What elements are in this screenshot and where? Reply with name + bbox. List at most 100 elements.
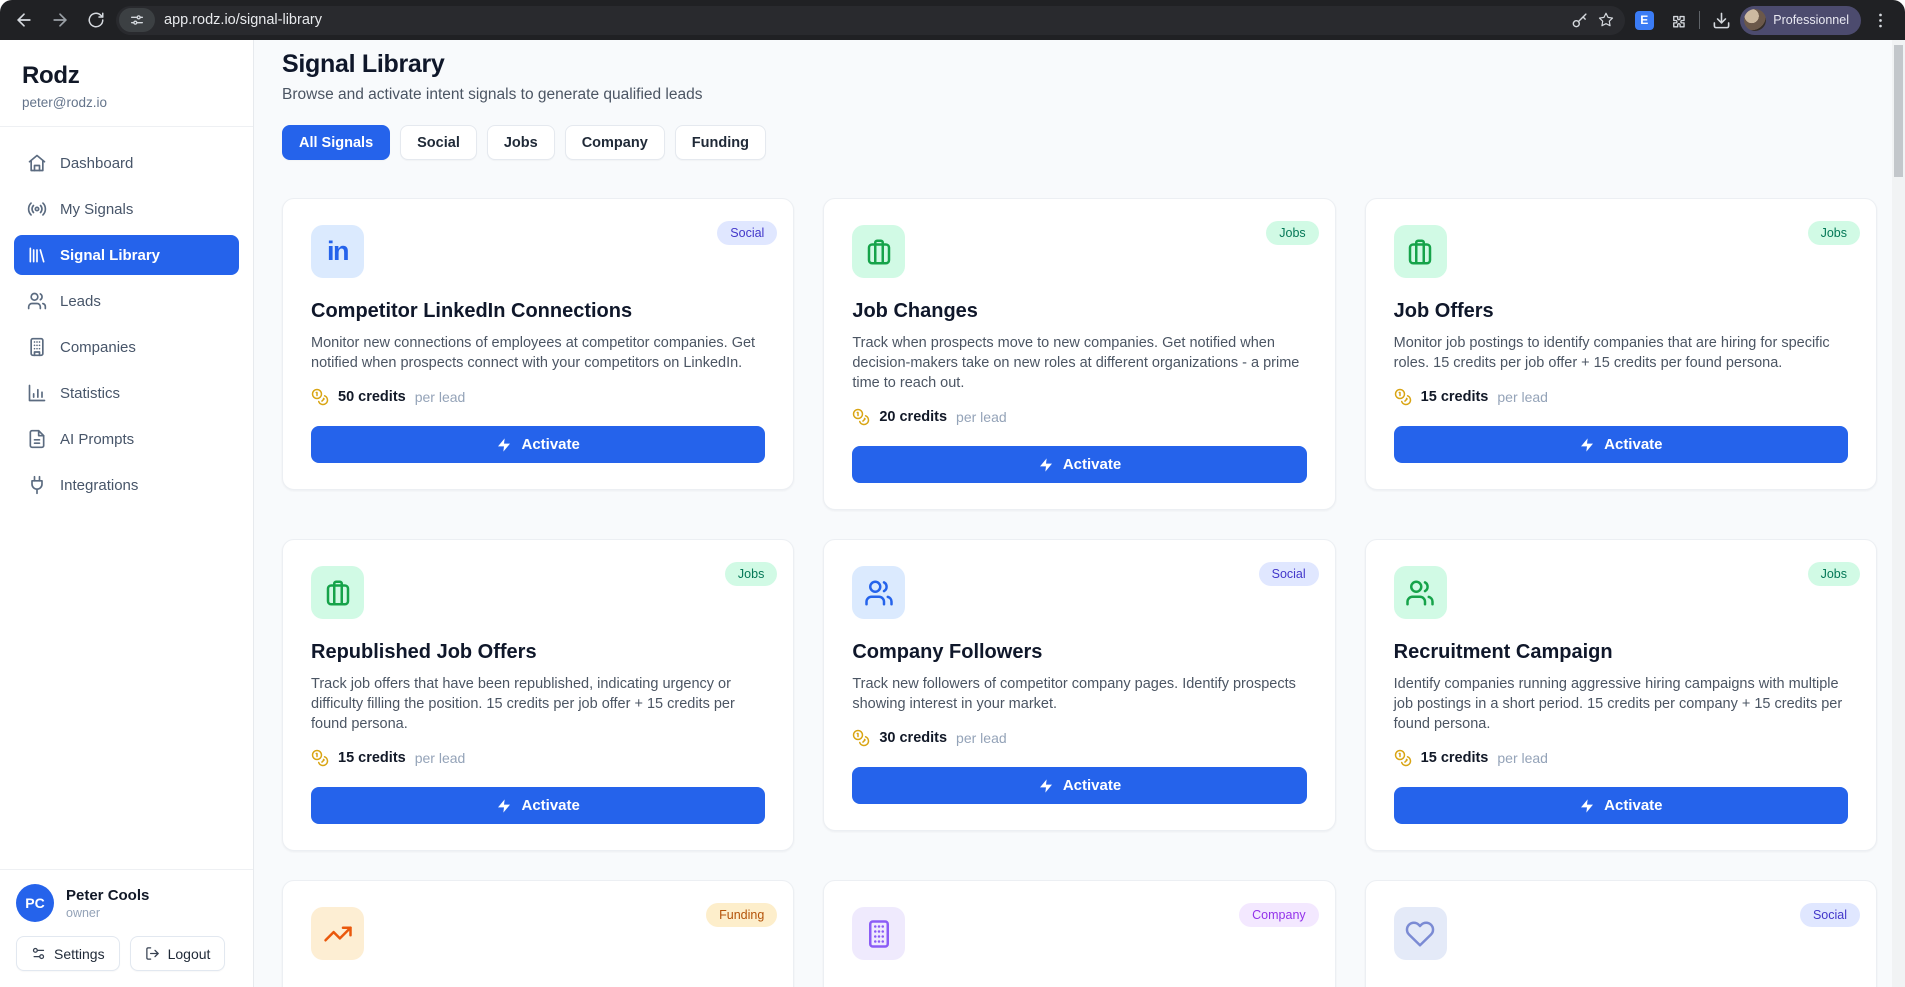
coins-icon (852, 408, 870, 426)
extensions-puzzle-icon[interactable] (1663, 5, 1693, 35)
briefcase-icon (852, 225, 905, 278)
sidebar-item-integrations[interactable]: Integrations (14, 465, 239, 505)
page-title: Signal Library (282, 50, 1877, 79)
browser-reload-icon[interactable] (80, 4, 112, 36)
signal-card: Social in Competitor LinkedIn Connection… (282, 198, 794, 490)
category-badge: Jobs (1808, 562, 1860, 586)
sidebar-item-ai-prompts[interactable]: AI Prompts (14, 419, 239, 459)
card-title: Company Followers (852, 641, 1306, 664)
briefcase-icon (311, 566, 364, 619)
coins-icon (852, 729, 870, 747)
password-key-icon[interactable] (1571, 12, 1588, 29)
credits-row: 50 credits per lead (311, 388, 765, 406)
credits-value: 20 credits (879, 409, 947, 425)
settings-button[interactable]: Settings (16, 936, 120, 971)
filter-tab-jobs[interactable]: Jobs (487, 125, 555, 160)
credits-row: 30 credits per lead (852, 729, 1306, 747)
per-lead-label: per lead (956, 409, 1007, 425)
zap-icon (1038, 778, 1054, 794)
avatar: PC (16, 884, 54, 922)
brand-logo: Rodz (22, 62, 231, 90)
logout-button[interactable]: Logout (130, 936, 226, 971)
activate-button[interactable]: Activate (311, 787, 765, 824)
extension-e-icon[interactable]: E (1635, 11, 1654, 30)
zap-icon (1038, 457, 1054, 473)
card-title: Recruitment Campaign (1394, 641, 1848, 664)
address-bar[interactable]: app.rodz.io/signal-library (116, 6, 1625, 35)
zap-icon (1579, 437, 1595, 453)
card-description: Track job offers that have been republis… (311, 674, 765, 734)
bookmark-star-icon[interactable] (1597, 11, 1615, 29)
browser-back-icon[interactable] (8, 4, 40, 36)
activate-button[interactable]: Activate (1394, 426, 1848, 463)
sidebar-item-signal-library[interactable]: Signal Library (14, 235, 239, 275)
browser-toolbar: app.rodz.io/signal-library E Professionn… (0, 0, 1905, 40)
sidebar-footer: PC Peter Cools owner Settings Logout (0, 869, 253, 987)
sidebar-item-label: Leads (60, 293, 101, 310)
main-content: Signal Library Browse and activate inten… (254, 40, 1905, 987)
browser-menu-icon[interactable] (1865, 5, 1895, 35)
per-lead-label: per lead (415, 750, 466, 766)
per-lead-label: per lead (1497, 389, 1548, 405)
sidebar-item-label: Dashboard (60, 155, 133, 172)
sidebar-item-companies[interactable]: Companies (14, 327, 239, 367)
file-text-icon (27, 429, 47, 449)
sidebar-item-label: Signal Library (60, 247, 160, 264)
filter-tab-company[interactable]: Company (565, 125, 665, 160)
trending-up-icon (311, 907, 364, 960)
browser-profile-chip[interactable]: Professionnel (1740, 6, 1861, 35)
site-settings-icon[interactable] (119, 8, 155, 32)
signal-card: Jobs Recruitment Campaign Identify compa… (1365, 539, 1877, 851)
sidebar-item-leads[interactable]: Leads (14, 281, 239, 321)
activate-button[interactable]: Activate (1394, 787, 1848, 824)
sidebar: Rodz peter@rodz.io Dashboard My Signals … (0, 40, 254, 987)
sidebar-item-label: Integrations (60, 477, 138, 494)
category-badge: Social (1800, 903, 1860, 927)
building-icon (27, 337, 47, 357)
credits-value: 30 credits (879, 730, 947, 746)
page-subtitle: Browse and activate intent signals to ge… (282, 86, 1877, 104)
logout-icon (145, 946, 160, 961)
coins-icon (311, 749, 329, 767)
bar-chart-icon (27, 383, 47, 403)
signal-card: Company (823, 880, 1335, 987)
sidebar-nav: Dashboard My Signals Signal Library Lead… (0, 127, 253, 869)
sidebar-item-label: My Signals (60, 201, 133, 218)
signal-card: Social Company Followers Track new follo… (823, 539, 1335, 831)
filter-tab-all-signals[interactable]: All Signals (282, 125, 390, 160)
filter-tab-funding[interactable]: Funding (675, 125, 766, 160)
credits-row: 15 credits per lead (1394, 749, 1848, 767)
linkedin-icon: in (311, 225, 364, 278)
sidebar-item-label: AI Prompts (60, 431, 134, 448)
activate-button[interactable]: Activate (311, 426, 765, 463)
card-title: Competitor LinkedIn Connections (311, 300, 765, 323)
sidebar-item-statistics[interactable]: Statistics (14, 373, 239, 413)
credits-value: 15 credits (1421, 750, 1489, 766)
sidebar-item-my-signals[interactable]: My Signals (14, 189, 239, 229)
category-badge: Jobs (1808, 221, 1860, 245)
per-lead-label: per lead (956, 730, 1007, 746)
category-badge: Jobs (725, 562, 777, 586)
downloads-icon[interactable] (1706, 5, 1736, 35)
page-scrollbar-thumb[interactable] (1894, 45, 1903, 177)
filter-tab-social[interactable]: Social (400, 125, 477, 160)
page-scrollbar[interactable] (1892, 40, 1905, 987)
credits-value: 15 credits (338, 750, 406, 766)
activate-button[interactable]: Activate (852, 446, 1306, 483)
card-description: Monitor job postings to identify compani… (1394, 333, 1848, 373)
toolbar-divider (1699, 11, 1700, 29)
browser-profile-label: Professionnel (1773, 13, 1849, 27)
browser-profile-avatar (1744, 9, 1766, 31)
user-email: peter@rodz.io (22, 95, 231, 110)
url-text[interactable]: app.rodz.io/signal-library (164, 12, 1562, 28)
activate-button[interactable]: Activate (852, 767, 1306, 804)
signal-card: Jobs Job Offers Monitor job postings to … (1365, 198, 1877, 490)
credits-row: 15 credits per lead (311, 749, 765, 767)
sidebar-item-label: Companies (60, 339, 136, 356)
signal-card: Jobs Republished Job Offers Track job of… (282, 539, 794, 851)
card-title: Republished Job Offers (311, 641, 765, 664)
sidebar-header: Rodz peter@rodz.io (0, 40, 253, 127)
coins-icon (1394, 749, 1412, 767)
sidebar-item-dashboard[interactable]: Dashboard (14, 143, 239, 183)
browser-forward-icon[interactable] (44, 4, 76, 36)
